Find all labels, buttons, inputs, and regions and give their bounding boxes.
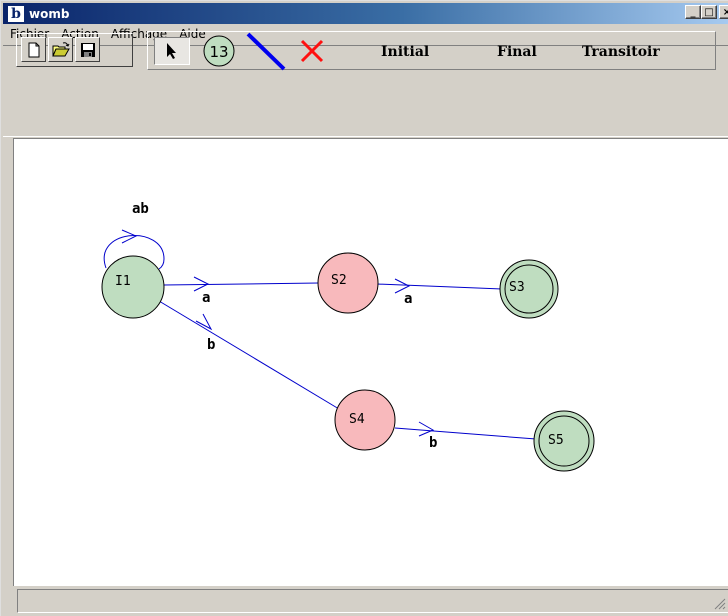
arrowhead-s4-s5 xyxy=(418,421,435,437)
state-type-initial-button[interactable]: Initial xyxy=(381,44,429,60)
transition-label-s4-s5: b xyxy=(429,435,437,451)
window-title: womb xyxy=(29,6,70,21)
app-icon[interactable]: b xyxy=(8,5,24,22)
transition-s2-s3[interactable] xyxy=(376,283,503,290)
tool-toolbar: 13 Initial Final Transitoir xyxy=(147,31,716,71)
close-button[interactable]: × xyxy=(719,5,728,19)
transition-label-i1-s4: b xyxy=(207,337,215,353)
save-file-button[interactable] xyxy=(75,37,100,62)
state-label-s2: S2 xyxy=(331,273,347,288)
new-file-icon xyxy=(28,42,39,57)
blue-line-icon xyxy=(246,32,286,71)
add-transition-tool-button[interactable] xyxy=(244,32,288,71)
maximize-button[interactable]: □ xyxy=(701,5,717,19)
state-i1[interactable] xyxy=(101,255,165,319)
new-file-button[interactable] xyxy=(21,37,46,62)
transition-label-s2-s3: a xyxy=(404,291,412,307)
transition-label-i1-i1: ab xyxy=(132,201,149,217)
file-toolbar xyxy=(16,33,133,67)
resize-grip-icon[interactable] xyxy=(714,598,726,610)
transition-i1-s2[interactable] xyxy=(163,282,320,286)
add-state-tool-button[interactable]: 13 xyxy=(200,35,238,67)
automaton-diagram: I1 S2 S3 S4 S5 ab a a b b xyxy=(101,201,595,472)
state-s2[interactable] xyxy=(317,252,379,314)
state-tool-badge: 13 xyxy=(209,43,229,61)
state-s4[interactable] xyxy=(334,389,396,451)
red-x-icon xyxy=(300,39,324,63)
open-folder-icon xyxy=(51,41,70,56)
state-label-s5: S5 xyxy=(548,433,564,448)
app-window: b womb _ □ × Fichier Action Affichage Ai… xyxy=(0,0,728,616)
arrow-pointer-icon xyxy=(167,43,176,59)
save-disk-icon xyxy=(80,42,95,57)
transition-label-i1-s2: a xyxy=(202,290,210,306)
transition-s4-s5[interactable] xyxy=(394,427,537,440)
transition-i1-s4[interactable] xyxy=(158,300,340,410)
delete-tool-button[interactable] xyxy=(296,37,328,65)
arrowhead-i1-s4 xyxy=(195,313,213,331)
diagram-canvas[interactable]: I1 S2 S3 S4 S5 ab a a b b xyxy=(13,138,728,586)
select-tool-button[interactable] xyxy=(154,37,190,65)
state-type-transitoir-button[interactable]: Transitoir xyxy=(582,44,660,60)
state-type-final-button[interactable]: Final xyxy=(497,44,537,60)
minimize-button[interactable]: _ xyxy=(685,5,701,19)
state-label-i1: I1 xyxy=(115,274,131,289)
state-label-s4: S4 xyxy=(349,412,365,427)
open-file-button[interactable] xyxy=(48,37,73,62)
status-bar xyxy=(17,589,728,613)
state-label-s3: S3 xyxy=(509,280,525,295)
state-s5[interactable] xyxy=(533,410,595,472)
title-bar[interactable]: b womb _ □ × xyxy=(3,3,728,24)
